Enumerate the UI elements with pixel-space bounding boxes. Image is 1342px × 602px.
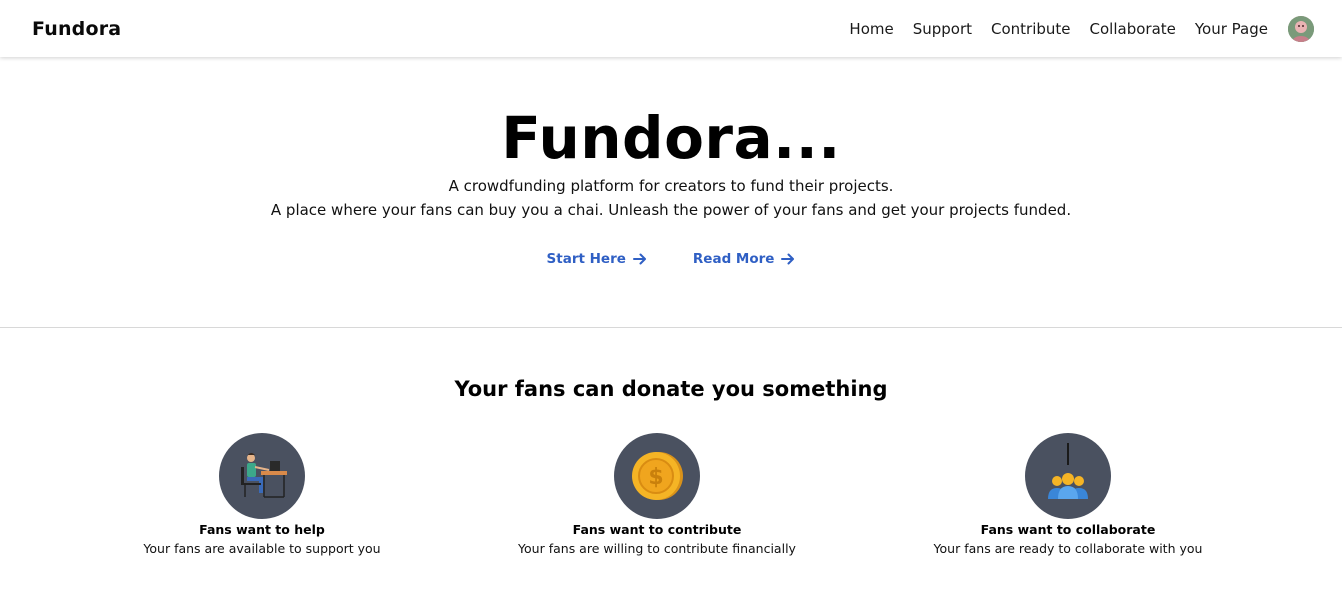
feature-icon-circle — [219, 433, 305, 519]
hero-section: Fundora... A crowdfunding platform for c… — [0, 57, 1342, 327]
avatar-image-icon — [1288, 15, 1314, 42]
feature-title: Fans want to contribute — [572, 522, 742, 537]
group-meeting-icon — [1048, 443, 1088, 499]
feature-title: Fans want to help — [199, 522, 325, 537]
person-at-desk-icon — [241, 453, 287, 498]
section-divider — [0, 327, 1342, 328]
feature-title: Fans want to collaborate — [980, 522, 1156, 537]
nav-link-collaborate[interactable]: Collaborate — [1090, 20, 1176, 38]
feature-icon-circle — [1025, 433, 1111, 519]
read-more-label: Read More — [692, 251, 775, 267]
nav-link-your-page[interactable]: Your Page — [1195, 20, 1268, 38]
hero-tagline: A crowdfunding platform for creators to … — [448, 177, 894, 195]
read-more-link[interactable]: Read More — [693, 251, 796, 267]
hero-title: Fundora... — [501, 104, 841, 172]
feature-description: Your fans are willing to contribute fina… — [518, 541, 796, 556]
start-here-link[interactable]: Start Here — [547, 251, 647, 267]
hero-description: A place where your fans can buy you a ch… — [270, 201, 1072, 219]
nav-links: Home Support Contribute Collaborate Your… — [830, 15, 1314, 42]
nav-link-support[interactable]: Support — [913, 20, 972, 38]
feature-contribute: $ Fans want to contribute Your fans are … — [487, 433, 827, 556]
nav-link-contribute[interactable]: Contribute — [991, 20, 1071, 38]
arrow-right-icon — [781, 253, 795, 265]
navbar: Fundora Home Support Contribute Collabor… — [0, 0, 1342, 57]
feature-help: Fans want to help Your fans are availabl… — [92, 433, 432, 556]
gold-coin-icon: $ — [632, 452, 683, 500]
feature-icon-circle: $ — [614, 433, 700, 519]
start-here-label: Start Here — [546, 251, 626, 267]
svg-text:$: $ — [648, 465, 663, 490]
section-title: Your fans can donate you something — [454, 377, 888, 401]
brand-logo[interactable]: Fundora — [32, 18, 121, 40]
arrow-right-icon — [632, 253, 646, 265]
nav-link-home[interactable]: Home — [849, 20, 893, 38]
feature-description: Your fans are ready to collaborate with … — [933, 541, 1203, 556]
hero-actions: Start Here Read More — [0, 251, 1342, 267]
feature-description: Your fans are available to support you — [143, 541, 381, 556]
feature-collaborate: Fans want to collaborate Your fans are r… — [898, 433, 1238, 556]
user-avatar[interactable] — [1288, 15, 1314, 42]
